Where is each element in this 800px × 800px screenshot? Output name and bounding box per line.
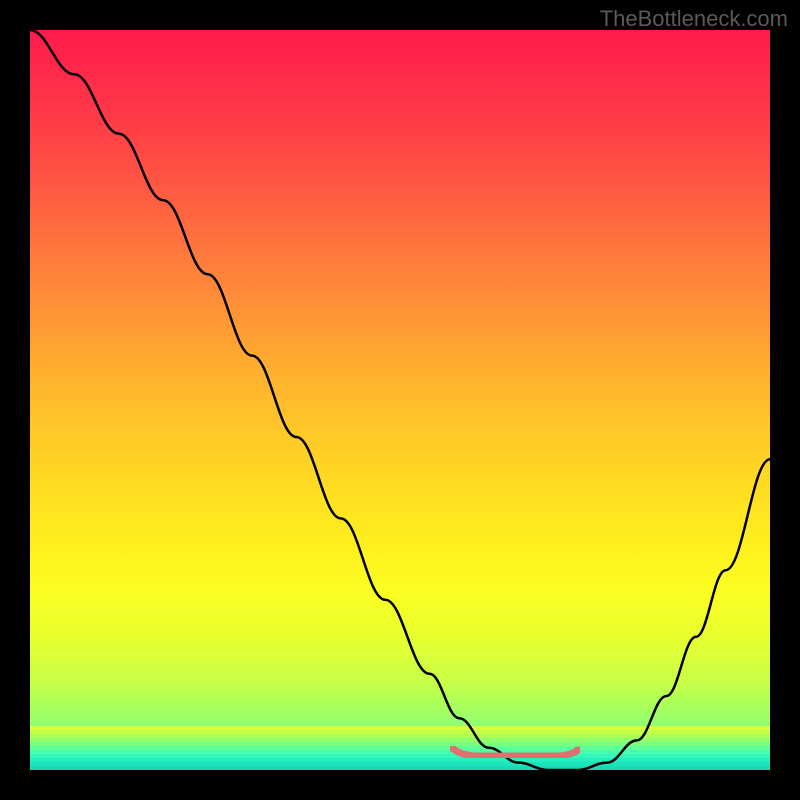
- bottleneck-curve-line: [30, 30, 770, 770]
- watermark-text: TheBottleneck.com: [600, 6, 788, 32]
- chart-area: [30, 30, 770, 770]
- optimal-range-highlight: [450, 746, 580, 758]
